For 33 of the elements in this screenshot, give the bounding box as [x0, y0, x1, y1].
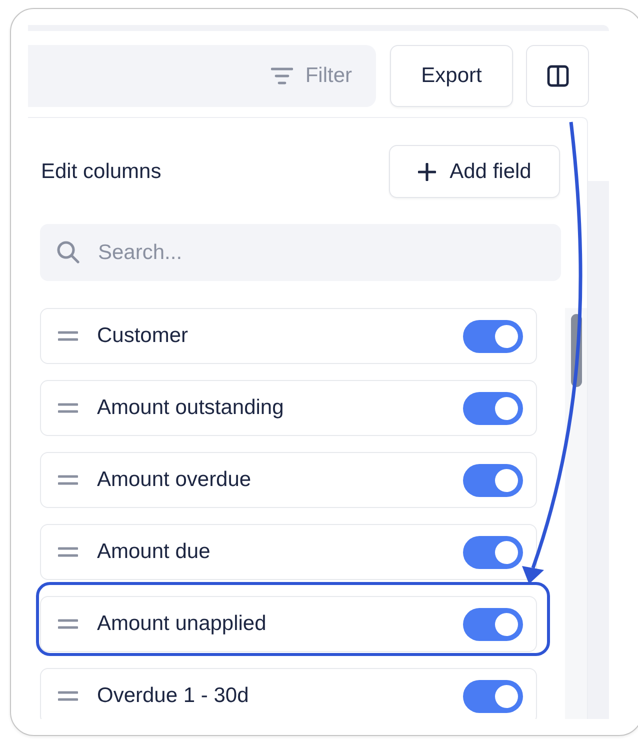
column-name: Amount overdue	[97, 468, 252, 492]
column-row[interactable]: Amount overdue	[40, 452, 538, 508]
column-row[interactable]: Overdue 1 - 30d	[40, 668, 538, 719]
scrollbar[interactable]	[565, 308, 587, 719]
column-name: Customer	[97, 324, 190, 348]
drag-handle-icon[interactable]	[58, 331, 78, 341]
toggle-switch[interactable]	[463, 536, 524, 568]
panel-title: Edit columns	[41, 160, 162, 184]
drag-handle-icon[interactable]	[58, 547, 78, 557]
drag-handle-icon[interactable]	[58, 475, 78, 485]
column-name: Overdue 1 - 30d	[97, 684, 250, 708]
filter-icon	[271, 67, 294, 85]
toggle-switch[interactable]	[463, 680, 524, 712]
columns-panel-button[interactable]	[526, 45, 589, 107]
drag-handle-icon[interactable]	[58, 619, 78, 629]
export-button[interactable]: Export	[390, 45, 513, 107]
columns-icon	[546, 65, 568, 87]
search-field[interactable]: Search...	[40, 224, 561, 281]
toggle-switch[interactable]	[463, 608, 524, 640]
column-row[interactable]: Amount outstanding	[40, 380, 538, 436]
add-field-button[interactable]: Add field	[389, 145, 560, 198]
column-name: Amount outstanding	[97, 396, 285, 420]
drag-handle-icon[interactable]	[58, 403, 78, 413]
column-row[interactable]: Amount unapplied	[40, 596, 538, 652]
toggle-switch[interactable]	[463, 392, 524, 424]
toggle-switch[interactable]	[463, 464, 524, 496]
column-row[interactable]: Amount due	[40, 524, 538, 580]
toggle-switch[interactable]	[463, 320, 524, 352]
plus-icon	[418, 162, 436, 180]
drag-handle-icon[interactable]	[58, 691, 78, 701]
column-row[interactable]: Customer	[40, 308, 538, 364]
column-name: Amount unapplied	[97, 612, 268, 636]
column-name: Amount due	[97, 540, 212, 564]
